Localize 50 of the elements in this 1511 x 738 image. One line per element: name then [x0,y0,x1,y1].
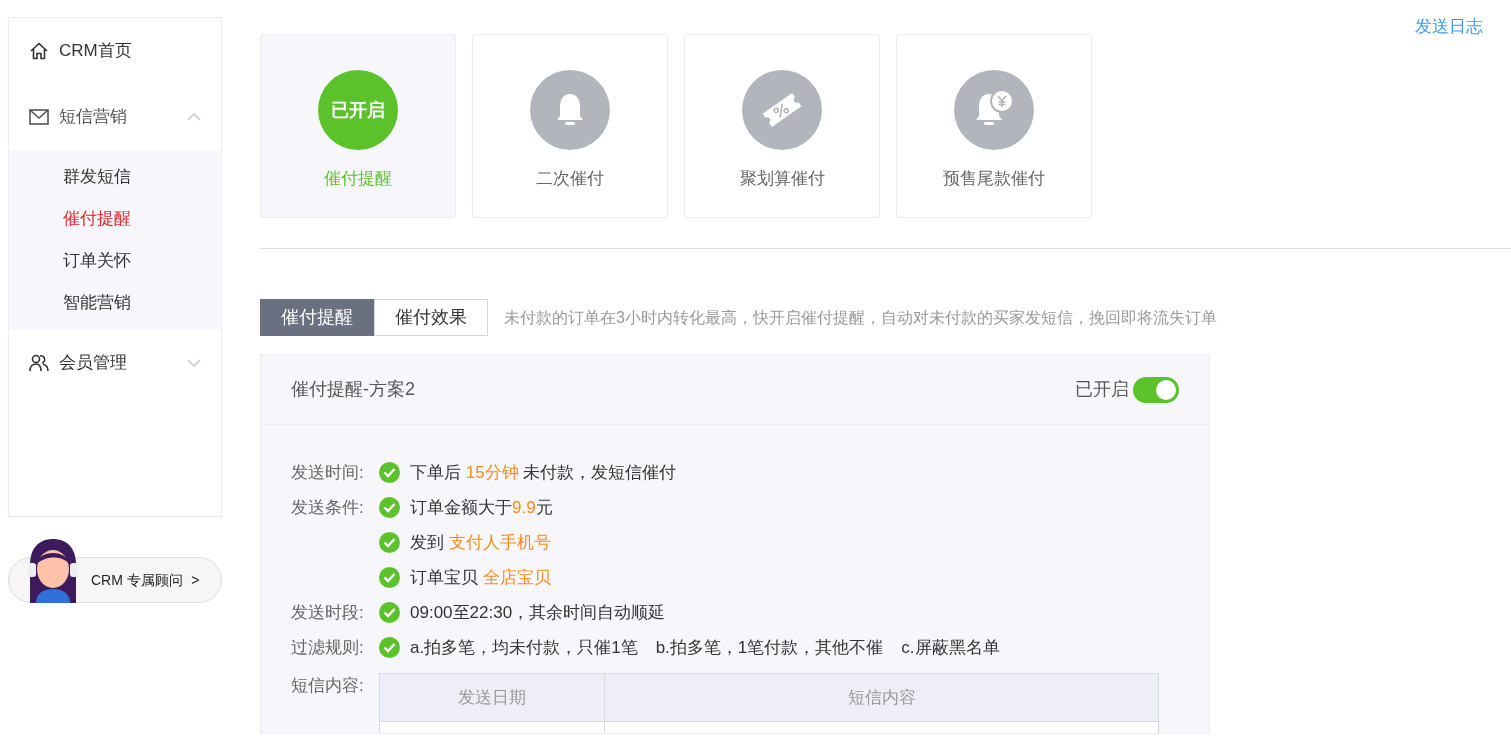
column-header: 发送日期 [379,673,605,722]
enabled-badge: 已开启 [318,70,398,150]
field-label: 短信内容: [291,675,365,697]
hint-text: 未付款的订单在3小时内转化最高，快开启催付提醒，自动对未付款的买家发短信，挽回即将流失订单 [504,307,1217,328]
rule-text: c.屏蔽黑名单 [901,636,1000,659]
rule-text: b.拍多笔，1笔付款，其他不催 [655,636,884,659]
check-icon [379,462,400,483]
menu-label: 短信营销 [59,106,128,129]
rule-text: 下单后 15分钟 未付款，发短信催付 [410,461,677,484]
advisor-label: CRM 专属顾问 [91,570,183,590]
plan-title: 催付提醒-方案2 [291,378,415,401]
sidebar-item[interactable]: CRM首页 [9,18,221,84]
scene-card[interactable]: 预售尾款催付 [896,34,1092,218]
menu-label: 会员管理 [59,352,128,375]
field-label: 发送条件: [291,496,365,519]
field-label: 过滤规则: [291,636,365,659]
home-icon [29,41,49,61]
field-label: 发送时间: [291,461,365,484]
field-label: 发送时段: [291,601,365,624]
rule-text: 订单金额大于9.9元 [410,496,553,519]
column-header: 短信内容 [604,673,1159,722]
submenu-item[interactable]: 催付提醒 [9,198,221,240]
scene-card[interactable]: 聚划算催付 [684,34,880,218]
submenu-item[interactable]: 群发短信 [9,156,221,198]
scene-card[interactable]: 二次催付 [472,34,668,218]
scene-label: 聚划算催付 [739,168,825,190]
sidebar-item[interactable]: 会员管理 [9,330,221,396]
scene-label: 催付提醒 [324,168,392,190]
status-label: 已开启 [1075,378,1129,401]
arrow-glyph: > [191,570,200,590]
check-icon [379,567,400,588]
tab[interactable]: 催付提醒 [260,299,374,336]
users-icon [29,353,49,373]
menu-label: CRM首页 [59,40,133,63]
mail-icon [29,109,49,125]
rule-text: a.拍多笔，均未付款，只催1笔 [410,636,638,659]
scene-label: 预售尾款催付 [943,168,1045,190]
scene-label: 二次催付 [536,168,604,190]
check-icon [379,497,400,518]
check-icon [379,602,400,623]
sidebar-item[interactable]: 短信营销 [9,84,221,150]
rule-text: 订单宝贝 全店宝贝 [410,566,551,589]
check-icon [379,532,400,553]
rule-text: 09:00至22:30，其余时间自动顺延 [410,601,666,624]
check-icon [379,637,400,658]
rule-text: 发到 支付人手机号 [410,531,551,554]
toggle-switch[interactable] [1133,376,1179,403]
submenu-item[interactable]: 智能营销 [9,282,221,324]
tab[interactable]: 催付效果 [374,299,488,336]
submenu-item[interactable]: 订单关怀 [9,240,221,282]
